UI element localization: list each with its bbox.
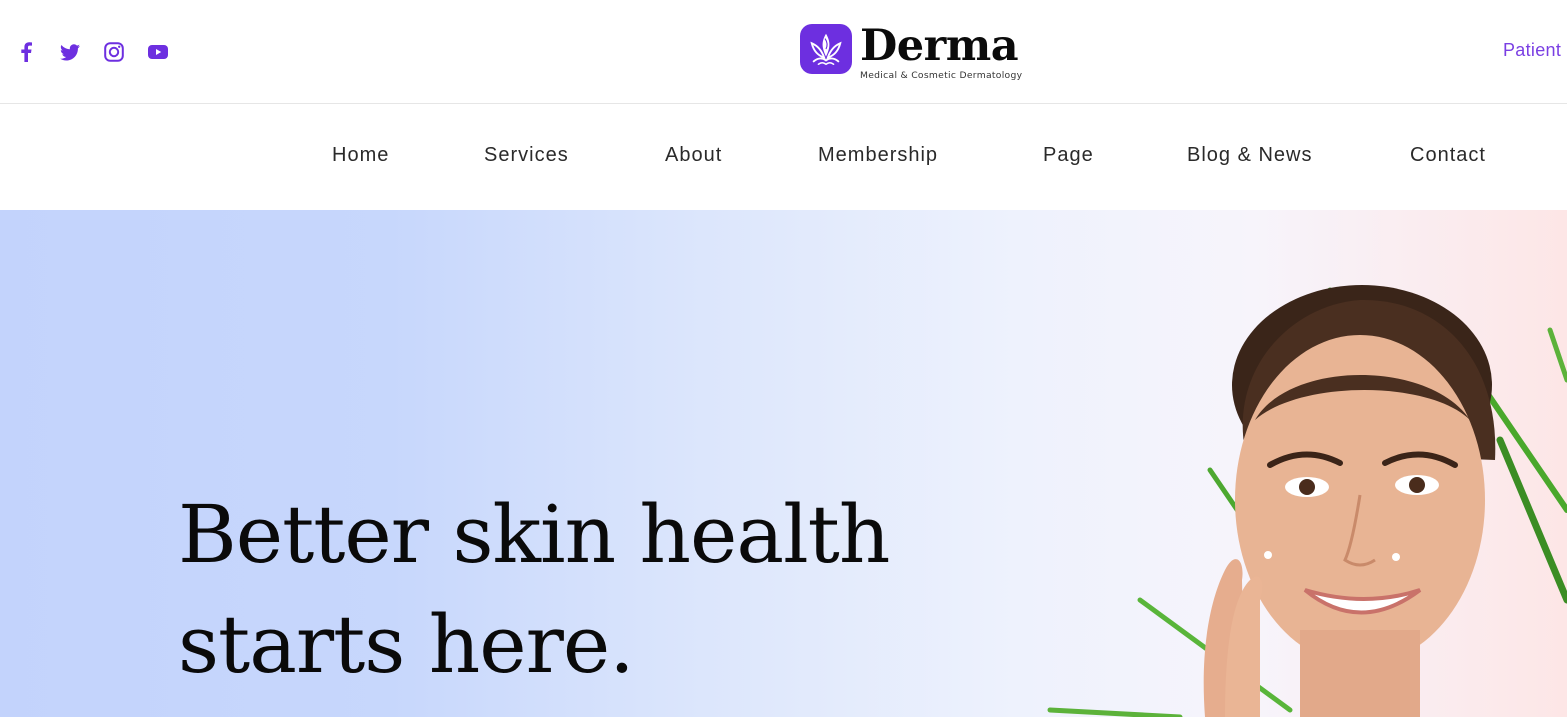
hero-section: Better skin health starts here. — [0, 210, 1567, 717]
instagram-icon[interactable] — [100, 38, 128, 66]
hero-title-line-1: Better skin health — [178, 488, 890, 581]
nav-item-blog-news[interactable]: Blog & News — [1187, 144, 1313, 167]
top-bar: Derma Medical & Cosmetic Dermatology Pat… — [0, 0, 1567, 104]
brand-tagline: Medical & Cosmetic Dermatology — [860, 70, 1023, 81]
facebook-icon[interactable] — [12, 38, 40, 66]
brand-logo[interactable]: Derma Medical & Cosmetic Dermatology — [800, 24, 1022, 81]
youtube-icon[interactable] — [144, 38, 172, 66]
social-links — [12, 38, 172, 66]
lotus-logo-icon — [800, 24, 852, 74]
brand-name: Derma — [860, 21, 1019, 71]
hero-title-line-2: starts here. — [178, 598, 635, 691]
nav-item-about[interactable]: About — [665, 144, 722, 167]
twitter-icon[interactable] — [56, 38, 84, 66]
nav-item-membership[interactable]: Membership — [818, 144, 938, 167]
patient-portal-link[interactable]: Patient — [1503, 40, 1561, 61]
nav-item-contact[interactable]: Contact — [1410, 144, 1486, 167]
hero-title: Better skin health starts here. — [178, 480, 898, 700]
nav-item-page[interactable]: Page — [1043, 144, 1094, 167]
nav-item-home[interactable]: Home — [332, 144, 389, 167]
logo-text: Derma Medical & Cosmetic Dermatology — [860, 24, 1022, 81]
main-nav: Home Services About Membership Page Blog… — [0, 104, 1567, 210]
hero-model-image — [1047, 285, 1567, 717]
nav-item-services[interactable]: Services — [484, 144, 569, 167]
